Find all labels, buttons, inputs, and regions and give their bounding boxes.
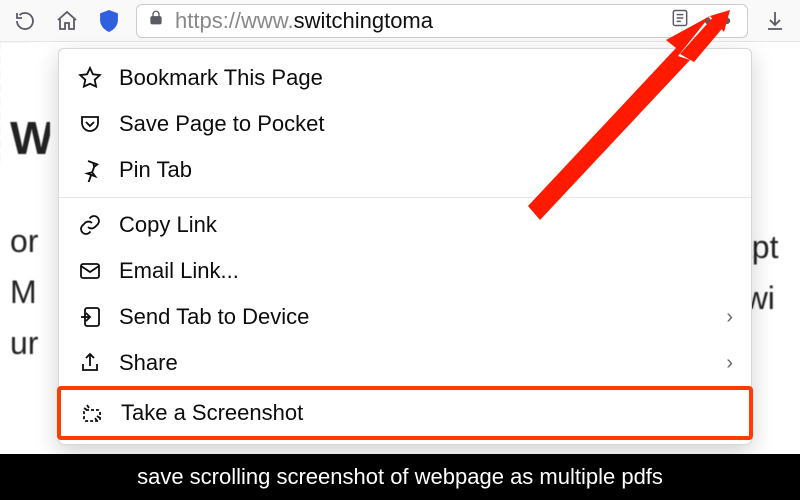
downloads-button[interactable] (760, 6, 790, 36)
menu-label: Share (119, 350, 710, 376)
caption-bar: save scrolling screenshot of webpage as … (0, 454, 800, 500)
caption-text: save scrolling screenshot of webpage as … (137, 464, 663, 490)
url-text: https://www.switchingtoma (175, 8, 433, 34)
menu-label: Bookmark This Page (119, 65, 733, 91)
menu-share[interactable]: Share › (59, 340, 751, 386)
lock-icon (147, 9, 165, 32)
menu-pocket[interactable]: Save Page to Pocket (59, 101, 751, 147)
menu-label: Send Tab to Device (119, 304, 710, 330)
pocket-icon (77, 111, 103, 137)
screenshot-icon (79, 400, 105, 426)
home-button[interactable] (52, 6, 82, 36)
pin-icon (77, 157, 103, 183)
menu-copy-link[interactable]: Copy Link (59, 202, 751, 248)
share-icon (77, 350, 103, 376)
menu-send-tab[interactable]: Send Tab to Device › (59, 294, 751, 340)
menu-label: Save Page to Pocket (119, 111, 733, 137)
menu-label: Take a Screenshot (121, 400, 731, 426)
menu-label: Email Link... (119, 258, 733, 284)
tracking-protection-icon[interactable] (94, 6, 124, 36)
menu-label: Copy Link (119, 212, 733, 238)
page-actions-menu: Bookmark This Page Save Page to Pocket P… (58, 48, 752, 445)
menu-take-screenshot[interactable]: Take a Screenshot (57, 386, 753, 440)
url-bar[interactable]: https://www.switchingtoma ••• (136, 4, 748, 38)
menu-bookmark[interactable]: Bookmark This Page (59, 55, 751, 101)
menu-email-link[interactable]: Email Link... (59, 248, 751, 294)
reader-mode-icon[interactable] (670, 8, 690, 33)
menu-label: Pin Tab (119, 157, 733, 183)
menu-separator (59, 197, 751, 198)
chevron-right-icon: › (726, 306, 733, 329)
page-actions-button[interactable]: ••• (700, 8, 737, 34)
mail-icon (77, 258, 103, 284)
reload-button[interactable] (10, 6, 40, 36)
menu-pin-tab[interactable]: Pin Tab (59, 147, 751, 193)
chevron-right-icon: › (726, 352, 733, 375)
browser-toolbar: https://www.switchingtoma ••• (0, 0, 800, 42)
link-icon (77, 212, 103, 238)
star-icon (77, 65, 103, 91)
send-device-icon (77, 304, 103, 330)
